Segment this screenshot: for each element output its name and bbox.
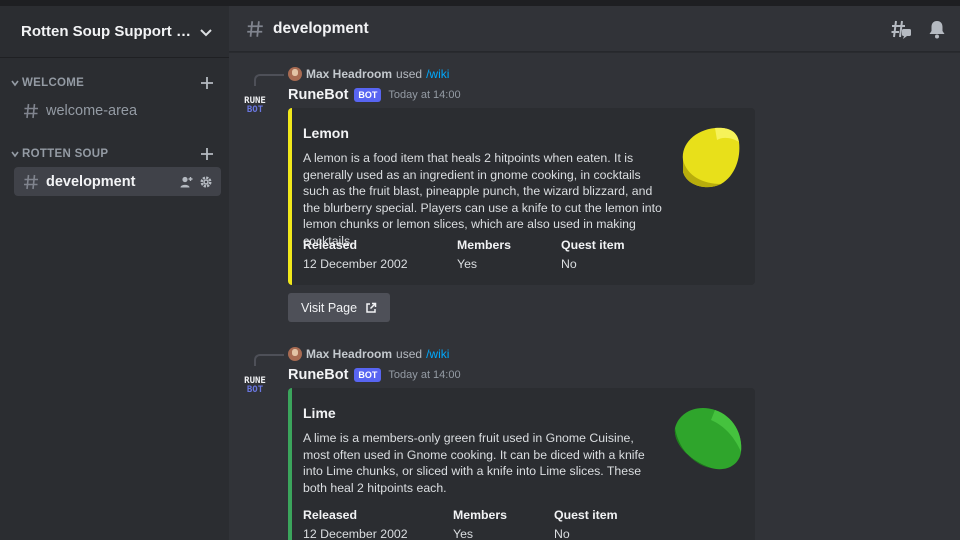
message-header: RuneBot BOT Today at 14:00 — [288, 367, 461, 383]
message-list: Max Headroom used /wiki RUNE BOT RuneBot… — [229, 53, 960, 540]
reply-connector — [254, 74, 284, 86]
hash-icon — [24, 174, 38, 189]
bot-username[interactable]: RuneBot — [288, 87, 348, 103]
lemon-image[interactable] — [677, 118, 743, 194]
invite-icon[interactable] — [179, 175, 193, 189]
button-label: Visit Page — [300, 300, 358, 315]
embed-description: A lime is a members-only green fruit use… — [303, 431, 645, 495]
bot-username[interactable]: RuneBot — [288, 367, 348, 383]
channel-name: welcome-area — [46, 102, 138, 119]
hash-icon — [247, 20, 263, 37]
reply-preview[interactable]: Max Headroom used /wiki — [254, 66, 449, 86]
reply-used-text: used — [396, 67, 423, 81]
field-name: Quest item — [561, 238, 625, 252]
hash-icon — [24, 103, 38, 118]
category-label: WELCOME — [22, 77, 85, 89]
discord-window: Rotten Soup Support Se... WELCOME welcom… — [0, 0, 960, 540]
embed-title: Lemon — [303, 125, 349, 141]
chevron-down-icon — [11, 80, 19, 87]
external-link-icon — [366, 302, 377, 313]
server-header[interactable]: Rotten Soup Support Se... — [0, 6, 229, 58]
avatar[interactable]: RUNE BOT — [241, 93, 269, 119]
add-channel-icon[interactable] — [199, 146, 215, 162]
category-rotten-soup[interactable]: ROTTEN SOUP — [0, 143, 229, 165]
reply-username[interactable]: Max Headroom — [306, 347, 392, 361]
avatar-text: BOT — [246, 385, 264, 395]
reply-connector — [254, 354, 284, 366]
gear-icon[interactable] — [199, 175, 213, 189]
threads-icon[interactable] — [890, 18, 912, 40]
timestamp[interactable]: Today at 14:00 — [388, 89, 460, 101]
category-welcome[interactable]: WELCOME — [0, 72, 229, 94]
field-name: Quest item — [554, 508, 618, 522]
reply-preview[interactable]: Max Headroom used /wiki — [254, 346, 449, 366]
field-name: Released — [303, 238, 358, 252]
field-value: 12 December 2002 — [303, 527, 408, 540]
field-value: No — [561, 257, 577, 271]
bot-badge: BOT — [354, 88, 382, 102]
reply-used-text: used — [396, 347, 423, 361]
embed: Lime A lime is a members-only green frui… — [288, 388, 755, 540]
embed-field: Quest item No — [554, 508, 694, 540]
channel-development[interactable]: development — [14, 167, 221, 196]
embed-field: Released 12 December 2002 — [303, 238, 443, 271]
embed-field: Quest item No — [561, 238, 701, 271]
title-bar — [0, 0, 960, 6]
visit-page-button[interactable]: Visit Page — [288, 293, 390, 322]
avatar[interactable] — [288, 347, 302, 361]
message: Max Headroom used /wiki RUNE BOT RuneBot… — [229, 333, 960, 540]
server-name: Rotten Soup Support Se... — [21, 23, 199, 40]
embed-description: A lemon is a food item that heals 2 hitp… — [303, 151, 662, 248]
reply-username[interactable]: Max Headroom — [306, 67, 392, 81]
add-channel-icon[interactable] — [199, 75, 215, 91]
channel-welcome-area[interactable]: welcome-area — [14, 96, 221, 125]
reply-command[interactable]: /wiki — [426, 347, 449, 361]
timestamp[interactable]: Today at 14:00 — [388, 369, 460, 381]
channel-sidebar: Rotten Soup Support Se... WELCOME welcom… — [0, 0, 229, 540]
channel-header: development — [229, 6, 960, 52]
message-header: RuneBot BOT Today at 14:00 — [288, 87, 461, 103]
embed: Lemon A lemon is a food item that heals … — [288, 108, 755, 285]
category-label: ROTTEN SOUP — [22, 148, 109, 160]
field-name: Released — [303, 508, 358, 522]
avatar-text: BOT — [246, 105, 264, 115]
channel-title: development — [273, 19, 369, 37]
reply-command[interactable]: /wiki — [426, 67, 449, 81]
message: Max Headroom used /wiki RUNE BOT RuneBot… — [229, 53, 960, 333]
embed-title: Lime — [303, 405, 336, 421]
embed-field: Released 12 December 2002 — [303, 508, 443, 540]
chevron-down-icon — [200, 28, 212, 36]
lime-image[interactable] — [671, 400, 745, 476]
field-value: No — [554, 527, 570, 540]
channel-name: development — [46, 173, 136, 190]
bot-badge: BOT — [354, 368, 382, 382]
field-value: 12 December 2002 — [303, 257, 408, 271]
avatar[interactable]: RUNE BOT — [241, 373, 269, 399]
avatar[interactable] — [288, 67, 302, 81]
bell-icon[interactable] — [926, 18, 948, 40]
chevron-down-icon — [11, 151, 19, 158]
chat-area: development Max Headroom used /wiki RUNE… — [229, 0, 960, 540]
